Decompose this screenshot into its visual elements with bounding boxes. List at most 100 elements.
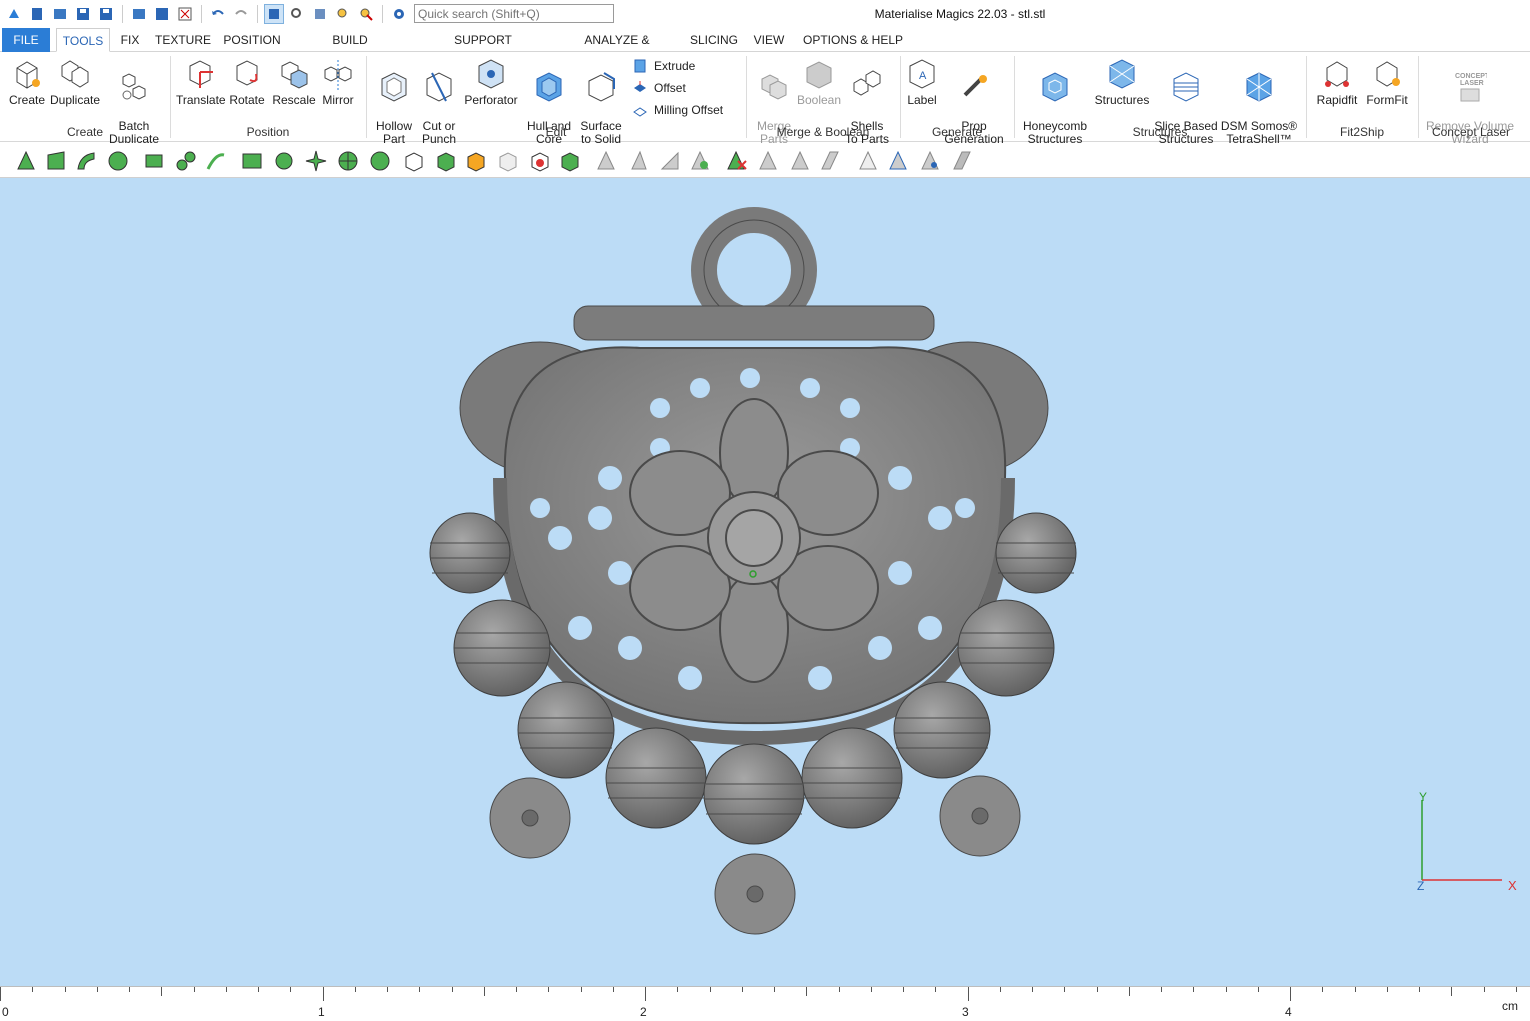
save-part-icon[interactable] — [152, 4, 172, 24]
mark-contour-icon[interactable] — [142, 149, 166, 173]
duplicate-button[interactable]: Duplicate — [48, 56, 102, 107]
rapidfit-label: Rapidfit — [1316, 93, 1358, 107]
clear-tool-icon[interactable] — [950, 149, 974, 173]
tab-support-generation[interactable]: SUPPORT GENERATION — [418, 28, 548, 71]
hide-marked-icon[interactable] — [756, 149, 780, 173]
mark-curve-icon[interactable] — [204, 149, 228, 173]
open-file-icon[interactable] — [50, 4, 70, 24]
zoom-icon[interactable] — [333, 4, 353, 24]
invert-marking-icon[interactable] — [528, 149, 552, 173]
tab-file[interactable]: FILE — [2, 28, 50, 52]
extrude-button[interactable]: Extrude — [632, 58, 695, 74]
offset-button[interactable]: Offset — [632, 80, 686, 96]
tab-tools[interactable]: TOOLS — [56, 28, 110, 52]
ruler-label-1: 1 — [318, 1005, 325, 1019]
group-generate-label: Generate — [931, 125, 983, 139]
triangles-to-part-icon[interactable] — [788, 149, 812, 173]
formfit-label: FormFit — [1366, 93, 1408, 107]
zoom-clear-icon[interactable] — [356, 4, 376, 24]
mark-sector-icon[interactable] — [368, 149, 392, 173]
settings-icon[interactable] — [389, 4, 409, 24]
show-tool-icon[interactable] — [918, 149, 942, 173]
tab-fix[interactable]: FIX — [116, 28, 144, 52]
save-as-icon[interactable] — [96, 4, 116, 24]
ruler-tick — [839, 987, 840, 992]
select-shell-icon[interactable] — [688, 149, 712, 173]
mirror-button[interactable]: Mirror — [318, 56, 358, 107]
mark-shell-icon[interactable] — [106, 149, 130, 173]
merge-parts-icon — [761, 74, 787, 100]
import-icon[interactable] — [129, 4, 149, 24]
x-axis-label: X — [1508, 878, 1517, 893]
ruler-tick — [1355, 987, 1356, 992]
unload-icon[interactable] — [175, 4, 195, 24]
tab-texture[interactable]: TEXTURE — [154, 28, 212, 52]
redo-icon[interactable] — [231, 4, 251, 24]
mark-brush-icon[interactable] — [272, 149, 296, 173]
group-edit-label: Edit — [545, 125, 567, 139]
mark-flip-icon[interactable] — [304, 149, 328, 173]
ruler-tick — [161, 987, 162, 996]
milling-offset-button[interactable]: Milling Offset — [632, 102, 723, 118]
mark-triangle-icon[interactable] — [14, 149, 38, 173]
quick-search-input[interactable] — [414, 4, 614, 23]
mark-window-icon[interactable] — [240, 149, 264, 173]
formfit-button[interactable]: FormFit — [1364, 56, 1410, 107]
translate-label: Translate — [176, 93, 226, 107]
mark-box-icon[interactable] — [434, 149, 458, 173]
view-tool-icon[interactable] — [886, 149, 910, 173]
mark-plane-icon[interactable] — [44, 149, 68, 173]
ruler-tick — [903, 987, 904, 992]
tab-view[interactable]: VIEW — [752, 28, 786, 52]
ruler-tick — [290, 987, 291, 992]
unmark-all-icon[interactable] — [496, 149, 520, 173]
ruler-tick — [806, 987, 807, 996]
rapidfit-icon — [1325, 61, 1349, 87]
ruler-tick — [1000, 987, 1001, 992]
svg-text:CONCEPT: CONCEPT — [1455, 73, 1487, 80]
save-icon[interactable] — [73, 4, 93, 24]
mark-connected-icon[interactable] — [174, 149, 198, 173]
create-icon — [16, 61, 40, 89]
pendant-model[interactable] — [0, 178, 1530, 986]
perforator-button[interactable]: Perforator — [462, 56, 520, 107]
3d-viewport[interactable]: Y X Z — [0, 178, 1530, 986]
ruler-tick — [1032, 987, 1033, 992]
select-triangle-icon[interactable] — [594, 149, 618, 173]
create-button[interactable]: Create — [6, 56, 48, 107]
hide-tool-icon[interactable] — [856, 149, 880, 173]
mark-wheel-icon[interactable] — [336, 149, 360, 173]
undo-icon[interactable] — [208, 4, 228, 24]
structures-button[interactable]: Structures — [1094, 56, 1150, 107]
new-file-icon[interactable] — [27, 4, 47, 24]
delete-marked-icon[interactable] — [724, 149, 748, 173]
ruler-tick — [1387, 987, 1388, 992]
mark-all-icon[interactable] — [464, 149, 488, 173]
magics-logo-icon[interactable] — [4, 4, 24, 24]
ruler-tick — [1161, 987, 1162, 992]
tab-analyze-report[interactable]: ANALYZE & REPORT — [562, 28, 672, 71]
label-button[interactable]: A Label — [902, 56, 942, 107]
tab-position[interactable]: POSITION — [222, 28, 282, 52]
ruler-tick — [871, 987, 872, 992]
boolean-button[interactable]: Boolean — [796, 56, 842, 107]
tab-build-preparation[interactable]: BUILD PREPARATION — [294, 28, 406, 71]
tab-options-help[interactable]: OPTIONS & HELP — [802, 28, 904, 52]
ruler-tick — [194, 987, 195, 992]
ruler-tick — [1451, 987, 1452, 996]
zoom-part-icon[interactable] — [287, 4, 307, 24]
view-part-icon[interactable] — [310, 4, 330, 24]
mark-surface-icon[interactable] — [74, 149, 98, 173]
grow-selection-icon[interactable] — [818, 149, 842, 173]
select-plane-icon[interactable] — [626, 149, 650, 173]
rotate-button[interactable]: Rotate — [226, 56, 268, 107]
rapidfit-button[interactable]: Rapidfit — [1314, 56, 1360, 107]
rescale-button[interactable]: Rescale — [272, 56, 316, 107]
honeycomb-structures-icon — [1042, 72, 1068, 102]
select-surface-icon[interactable] — [658, 149, 682, 173]
unmark-box-icon[interactable] — [402, 149, 426, 173]
tab-slicing[interactable]: SLICING — [688, 28, 740, 52]
select-part-icon[interactable] — [264, 4, 284, 24]
translate-button[interactable]: Translate — [176, 56, 226, 107]
expand-marking-icon[interactable] — [558, 149, 582, 173]
